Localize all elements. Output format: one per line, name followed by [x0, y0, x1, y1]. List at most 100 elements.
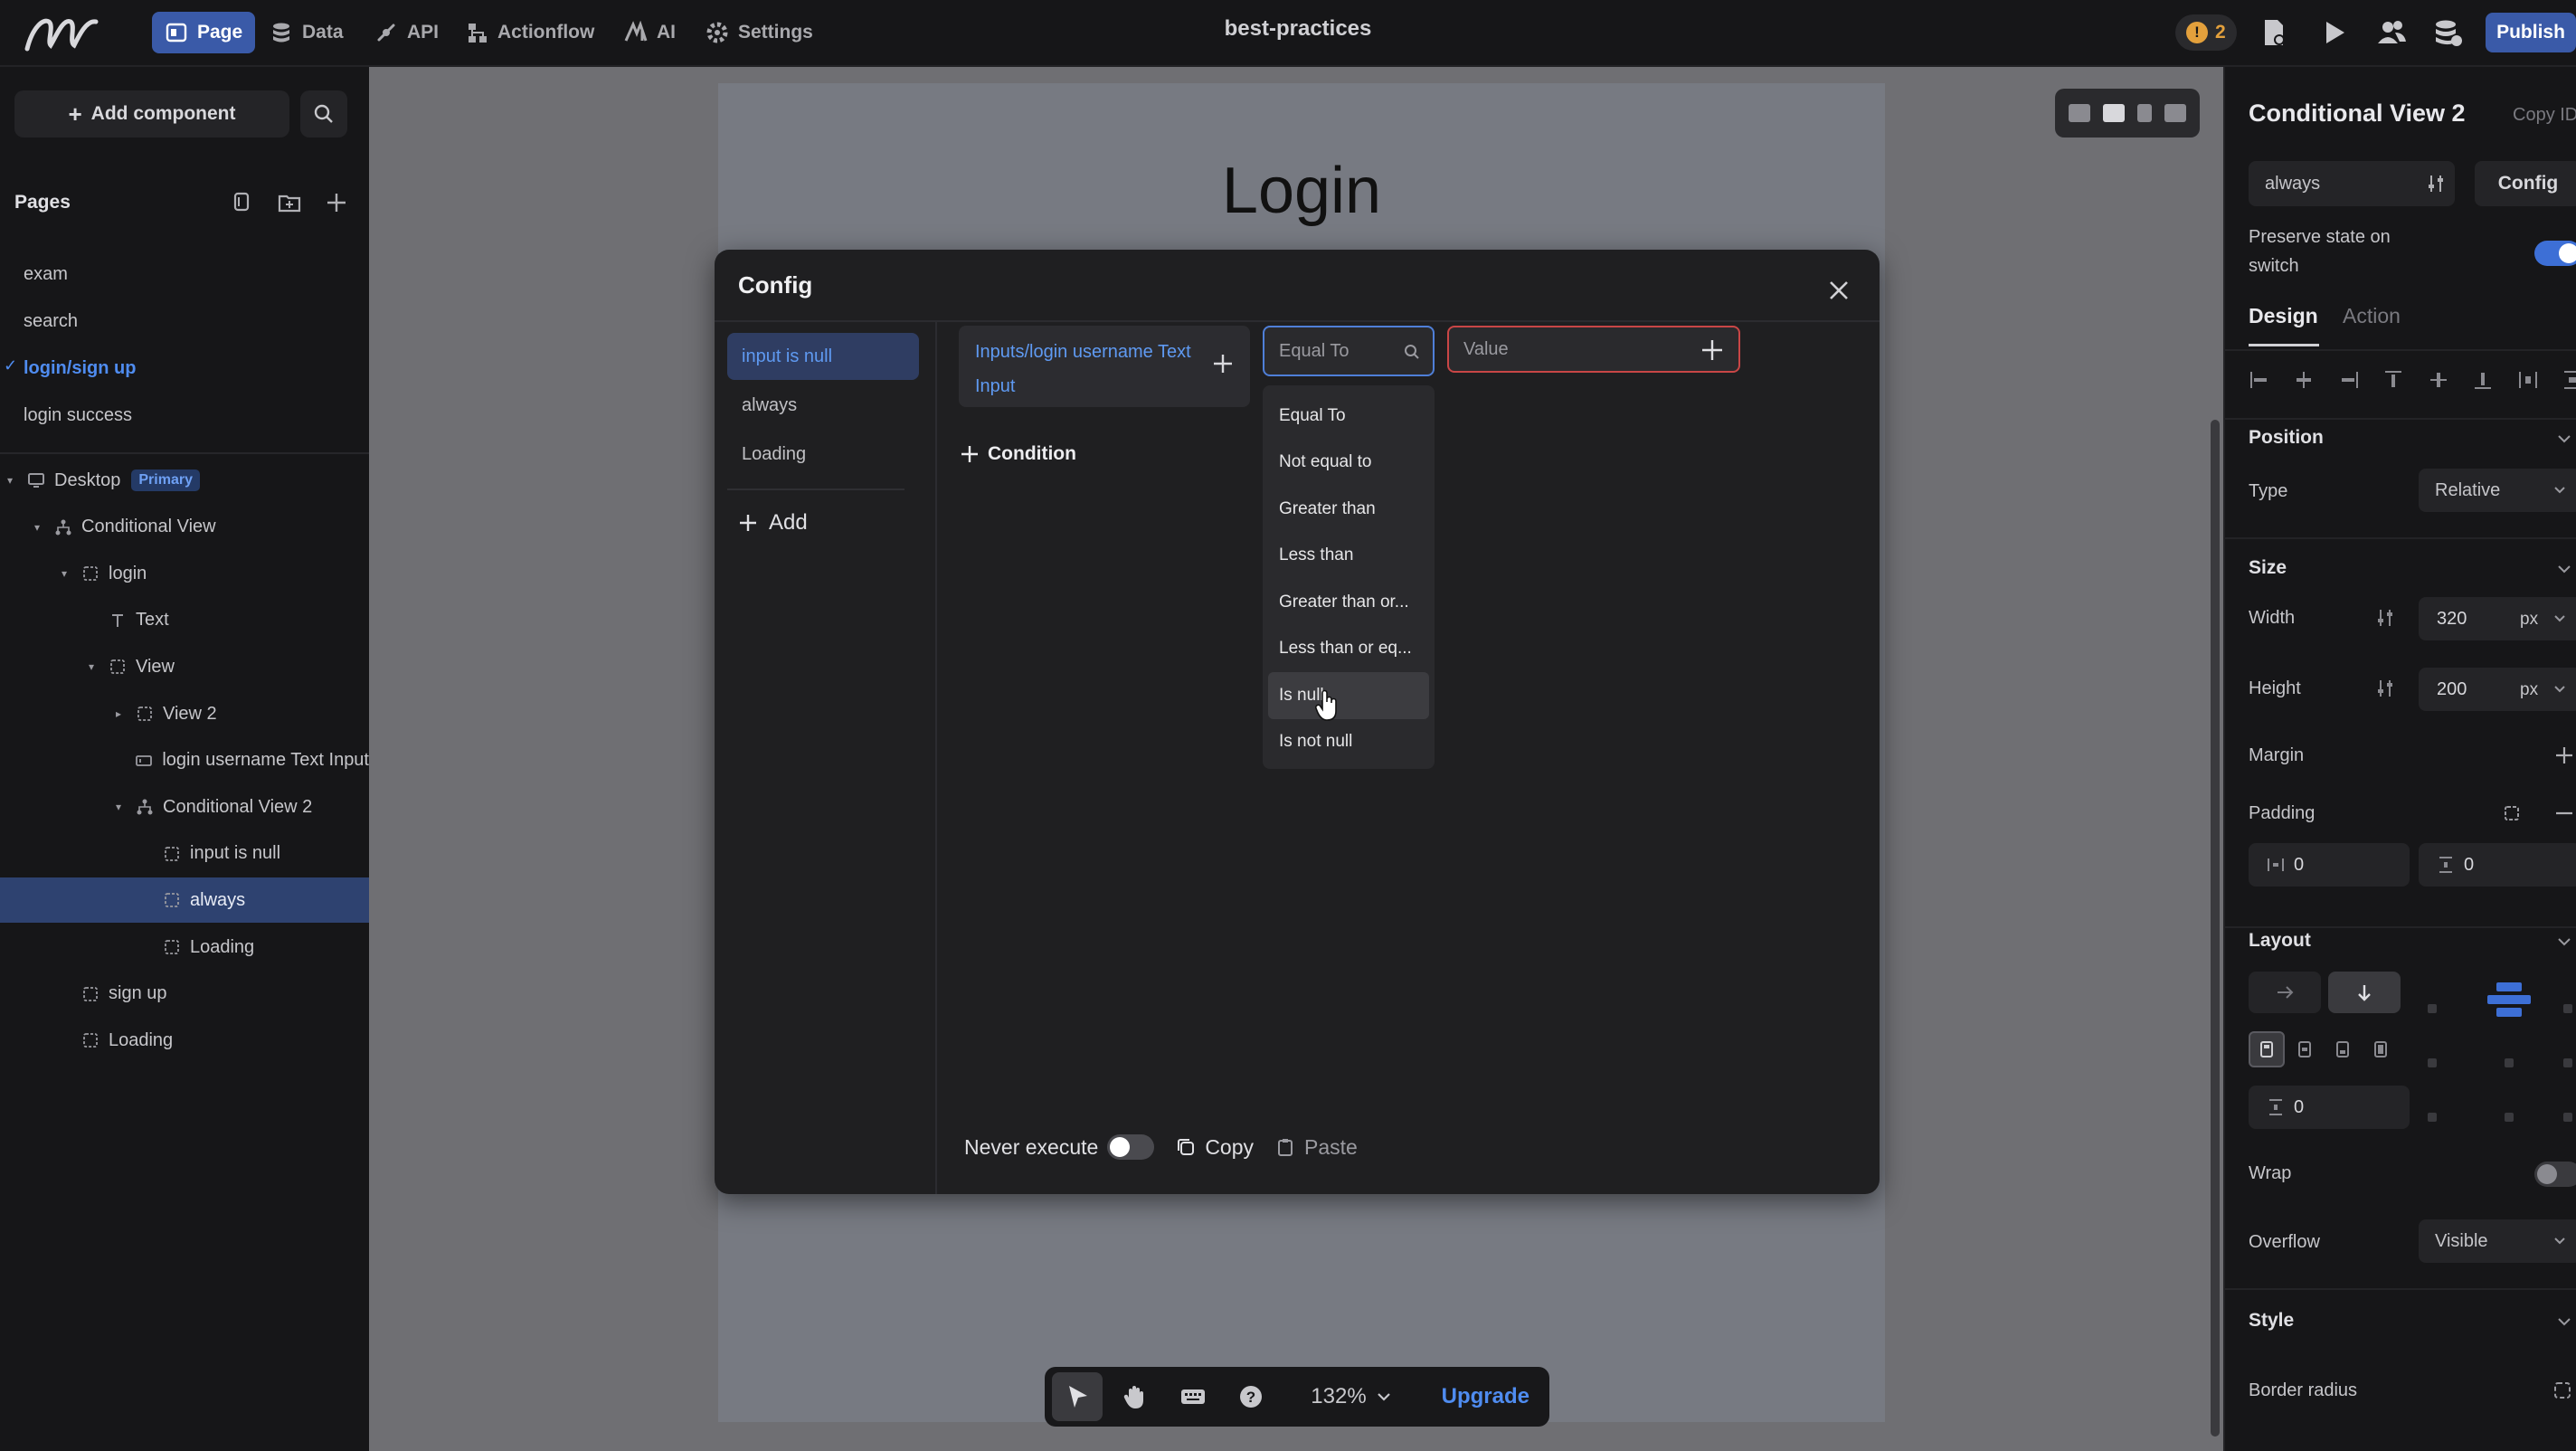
tree-row[interactable]: ▾ Desktop Primary [0, 458, 369, 503]
login-heading[interactable]: Login [718, 154, 1885, 228]
adjust-icon[interactable] [2375, 608, 2395, 628]
wrap-toggle[interactable] [2534, 1162, 2576, 1187]
align-start-button[interactable] [2249, 1031, 2285, 1067]
caret-down-icon[interactable]: ▾ [7, 474, 20, 487]
align-stretch-button[interactable] [2363, 1031, 2399, 1067]
operator-option[interactable]: Is not null [1268, 719, 1429, 766]
align-center-h-icon[interactable] [2293, 369, 2315, 391]
tree-row[interactable]: login username Text Input [0, 738, 369, 783]
plus-icon[interactable] [1212, 353, 1234, 375]
close-icon[interactable] [1825, 277, 1852, 304]
nav-api[interactable]: API [362, 12, 451, 53]
gap-input[interactable]: 0 [2249, 1086, 2410, 1129]
operator-option[interactable]: Is null [1268, 672, 1429, 719]
paste-button[interactable]: Paste [1275, 1135, 1358, 1160]
new-folder-icon[interactable] [277, 190, 302, 215]
chevron-down-icon[interactable] [2556, 934, 2572, 950]
condition-item-input-is-null[interactable]: input is null [727, 333, 919, 380]
direction-row-button[interactable] [2249, 972, 2321, 1013]
operator-option[interactable]: Greater than [1268, 486, 1429, 533]
distribute-h-icon[interactable] [2517, 369, 2539, 391]
operator-option[interactable]: Equal To [1268, 393, 1429, 440]
zoom-select[interactable]: 132% [1283, 1372, 1419, 1421]
add-condition-button[interactable]: Condition [961, 443, 1076, 465]
nav-ai[interactable]: AI [611, 12, 688, 53]
nav-page[interactable]: Page [152, 12, 256, 53]
caret-down-icon[interactable]: ▾ [89, 660, 101, 673]
align-bottom-icon[interactable] [2472, 369, 2494, 391]
tab-action[interactable]: Action [2343, 304, 2401, 328]
select-tool[interactable] [1052, 1372, 1103, 1421]
overflow-select[interactable]: Visible [2419, 1219, 2576, 1263]
mobile-icon[interactable] [2164, 104, 2186, 122]
direction-column-button[interactable] [2328, 972, 2401, 1013]
adjust-icon[interactable] [2375, 678, 2395, 698]
tree-row[interactable]: always [0, 877, 369, 924]
align-right-icon[interactable] [2338, 369, 2360, 391]
preserve-state-toggle[interactable] [2534, 241, 2576, 266]
canvas-scrollbar[interactable] [2211, 420, 2220, 1437]
add-component-button[interactable]: + Add component [14, 90, 289, 138]
page-item-login-sign-up[interactable]: login/sign up [24, 358, 136, 379]
align-end-button[interactable] [2325, 1031, 2361, 1067]
nav-data[interactable]: Data [257, 12, 356, 53]
operator-option[interactable]: Not equal to [1268, 440, 1429, 487]
nav-actionflow[interactable]: Actionflow [452, 12, 607, 53]
distribute-v-icon[interactable] [2562, 369, 2576, 391]
copy-button[interactable]: Copy [1176, 1135, 1254, 1160]
width-unit-select[interactable]: px [2520, 610, 2538, 630]
tree-row[interactable]: Loading [0, 925, 369, 970]
desktop-icon[interactable] [2103, 104, 2125, 122]
tab-design[interactable]: Design [2249, 304, 2318, 328]
padding-horizontal-input[interactable]: 0 [2249, 843, 2410, 887]
chevron-down-icon[interactable] [2556, 1313, 2572, 1330]
plus-icon[interactable] [1700, 338, 1724, 362]
database-settings-icon[interactable] [2431, 16, 2464, 49]
chevron-down-icon[interactable] [2556, 561, 2572, 577]
plus-icon[interactable] [2554, 745, 2574, 765]
operator-search-input[interactable]: Equal To [1263, 326, 1435, 376]
operator-option[interactable]: Less than [1268, 533, 1429, 580]
size-header[interactable]: Size [2249, 557, 2287, 579]
condition-item-always[interactable]: always [727, 382, 919, 429]
tree-row[interactable]: ▾ login [0, 551, 369, 596]
padding-expand-icon[interactable] [2502, 803, 2522, 823]
config-button[interactable]: Config [2475, 161, 2576, 206]
state-select[interactable]: always [2249, 161, 2455, 206]
align-top-icon[interactable] [2382, 369, 2404, 391]
operator-option[interactable]: Greater than or... [1268, 579, 1429, 626]
position-header[interactable]: Position [2249, 427, 2324, 449]
app-logo[interactable] [24, 9, 99, 58]
hand-tool[interactable] [1110, 1372, 1160, 1421]
keyboard-shortcuts-button[interactable] [1168, 1372, 1218, 1421]
page-copy-icon[interactable] [230, 190, 255, 215]
device-switcher[interactable] [2055, 89, 2200, 138]
position-type-select[interactable]: Relative [2419, 469, 2576, 512]
layout-header[interactable]: Layout [2249, 930, 2311, 952]
tree-row[interactable]: Text [0, 598, 369, 643]
padding-vertical-input[interactable]: 0 [2419, 843, 2576, 887]
upgrade-link[interactable]: Upgrade [1442, 1384, 1530, 1409]
page-item-login-success[interactable]: login success [24, 405, 132, 426]
align-center-button[interactable] [2287, 1031, 2323, 1067]
height-unit-select[interactable]: px [2520, 680, 2538, 700]
warning-badge[interactable]: ! 2 [2175, 14, 2237, 51]
tree-row[interactable]: ▾ View [0, 644, 369, 689]
condition-item-loading[interactable]: Loading [727, 431, 919, 478]
collaborators-icon[interactable] [2375, 16, 2408, 49]
caret-down-icon[interactable]: ▾ [116, 801, 128, 813]
tree-row[interactable]: ▾ Conditional View 2 [0, 784, 369, 830]
page-item-exam[interactable]: exam [24, 264, 68, 285]
value-input[interactable]: Value [1447, 326, 1740, 373]
chevron-down-icon[interactable] [2556, 431, 2572, 447]
grid-view-icon[interactable] [2069, 104, 2090, 122]
never-execute-toggle[interactable] [1107, 1134, 1155, 1160]
tree-row[interactable]: ▾ Conditional View [0, 505, 369, 550]
style-header[interactable]: Style [2249, 1310, 2294, 1332]
tree-row[interactable]: sign up [0, 972, 369, 1017]
search-button[interactable] [300, 90, 347, 138]
align-center-v-icon[interactable] [2428, 369, 2449, 391]
nav-settings[interactable]: Settings [693, 12, 826, 53]
caret-right-icon[interactable]: ▸ [116, 707, 128, 720]
add-condition-state-button[interactable]: Add [738, 510, 808, 536]
